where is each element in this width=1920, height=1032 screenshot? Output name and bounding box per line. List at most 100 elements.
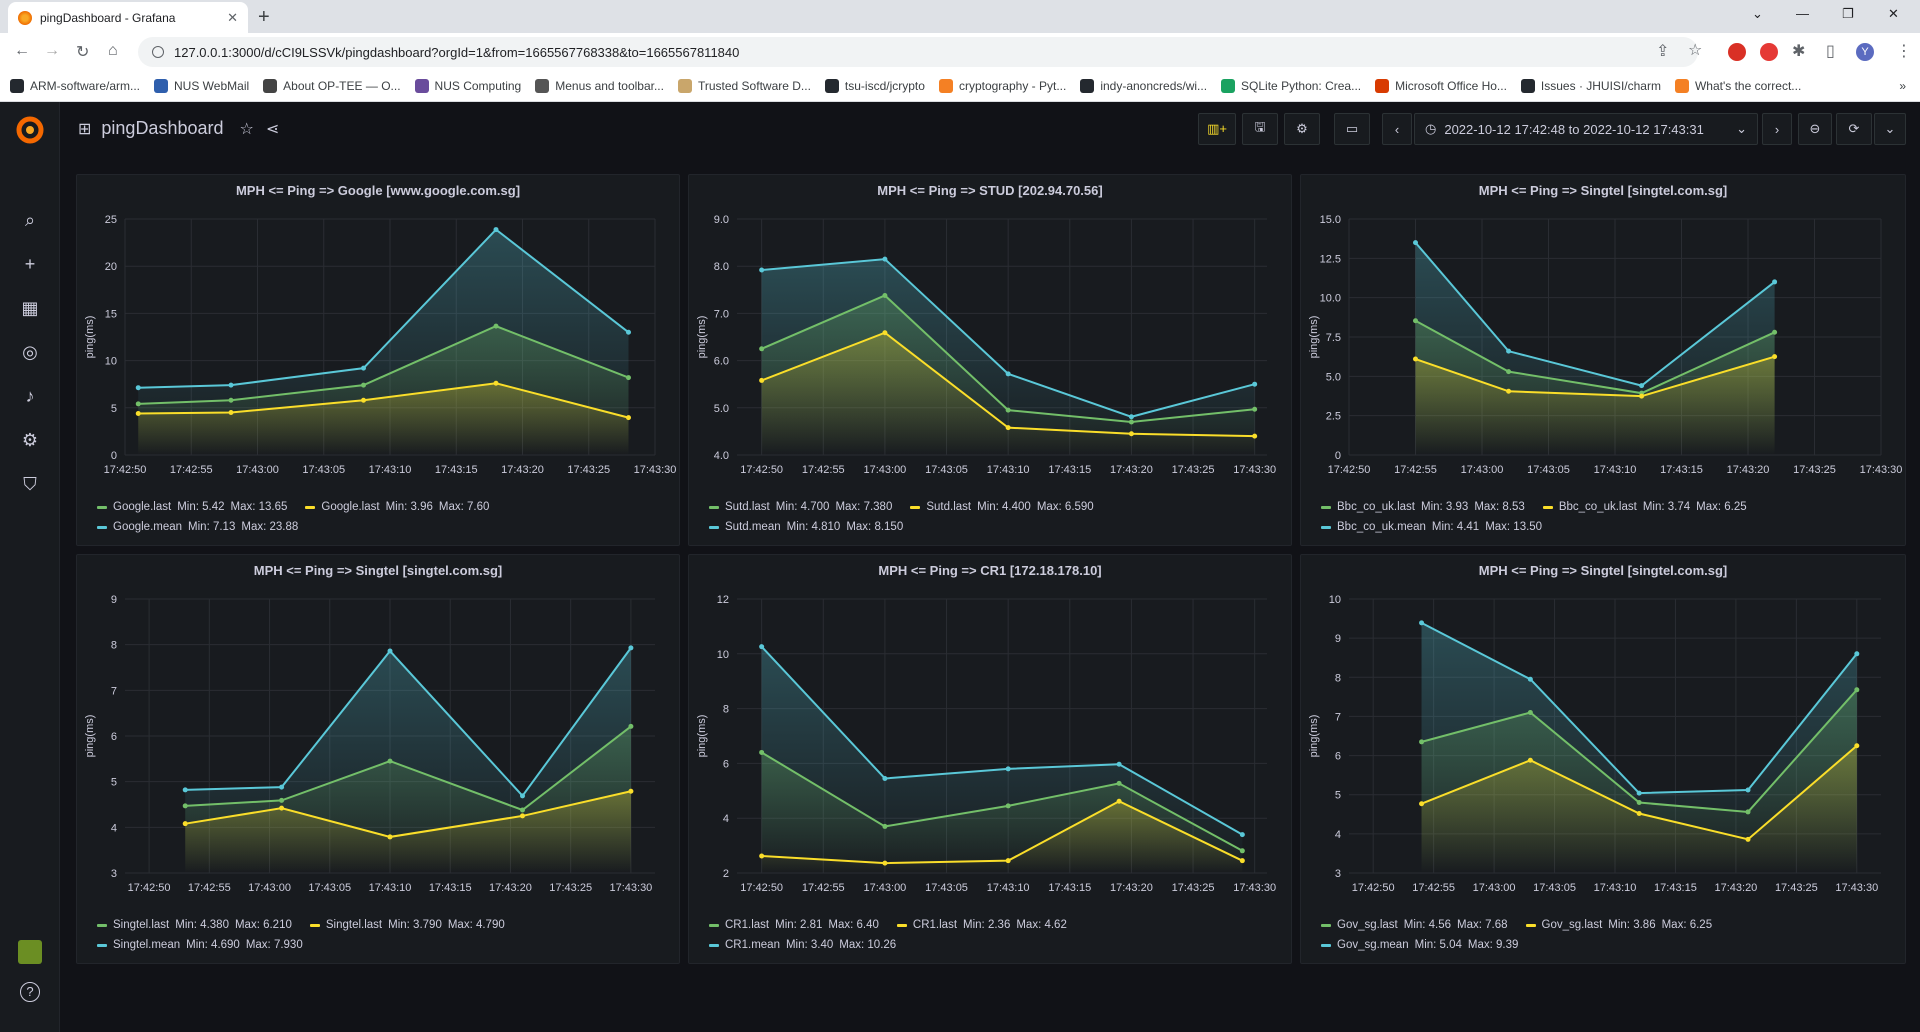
legend-item[interactable]: Bbc_co_uk.last Min: 3.93 Max: 8.53 (1321, 497, 1531, 517)
legend-item[interactable]: Gov_sg.mean Min: 5.04 Max: 9.39 (1321, 935, 1524, 955)
bookmark-item[interactable]: Issues · JHUISI/charm (1520, 79, 1661, 93)
add-panel-button[interactable]: ▥+ (1198, 113, 1236, 145)
data-point[interactable] (135, 410, 141, 416)
data-point[interactable] (628, 723, 634, 729)
data-point[interactable] (1419, 739, 1425, 745)
data-point[interactable] (1527, 757, 1533, 763)
graph-panel[interactable]: MPH <= Ping => Google [www.google.com.sg… (76, 174, 680, 546)
extension-icon[interactable] (1760, 43, 1778, 61)
data-point[interactable] (759, 749, 765, 755)
data-point[interactable] (1506, 388, 1512, 394)
user-avatar[interactable] (18, 940, 42, 964)
legend-item[interactable]: Sutd.last Min: 4.400 Max: 6.590 (910, 497, 1099, 517)
data-point[interactable] (1636, 790, 1642, 796)
legend-item[interactable]: Bbc_co_uk.mean Min: 4.41 Max: 13.50 (1321, 517, 1548, 537)
data-point[interactable] (628, 645, 634, 651)
data-point[interactable] (882, 775, 888, 781)
data-point[interactable] (1772, 279, 1778, 285)
data-point[interactable] (493, 323, 499, 329)
bookmark-item[interactable]: indy-anoncreds/wi... (1080, 79, 1207, 93)
data-point[interactable] (228, 410, 234, 416)
data-point[interactable] (1745, 836, 1751, 842)
data-point[interactable] (1639, 393, 1645, 399)
data-point[interactable] (1636, 800, 1642, 806)
save-dashboard-button[interactable]: 🖫 (1242, 113, 1278, 145)
data-point[interactable] (1252, 381, 1258, 387)
data-point[interactable] (1772, 354, 1778, 360)
share-dashboard-icon[interactable]: ⋖ (266, 119, 279, 139)
data-point[interactable] (387, 648, 393, 654)
site-info-icon[interactable] (152, 46, 164, 58)
bookmark-item[interactable]: SQLite Python: Crea... (1221, 79, 1361, 93)
data-point[interactable] (361, 382, 366, 388)
data-point[interactable] (626, 329, 631, 335)
data-point[interactable] (1745, 809, 1751, 815)
data-point[interactable] (387, 758, 393, 764)
extensions-puzzle-icon[interactable]: ✱ (1792, 41, 1805, 61)
data-point[interactable] (1413, 240, 1418, 246)
reload-icon[interactable]: ↻ (76, 42, 89, 62)
data-point[interactable] (1252, 433, 1258, 439)
cycle-view-mode-button[interactable]: ▭ (1334, 113, 1370, 145)
graph-panel[interactable]: MPH <= Ping => Singtel [singtel.com.sg] 0… (1300, 174, 1906, 546)
bookmark-item[interactable]: Menus and toolbar... (535, 79, 664, 93)
data-point[interactable] (520, 793, 525, 799)
legend-item[interactable]: Singtel.mean Min: 4.690 Max: 7.930 (97, 935, 309, 955)
legend-item[interactable]: Sutd.mean Min: 4.810 Max: 8.150 (709, 517, 909, 537)
server-admin-icon[interactable]: ⛉ (18, 472, 42, 496)
graph-plot[interactable]: 4.0 5.0 6.0 7.0 8.0 9.0 17:42:50 17:42:55 17:43:… (689, 175, 1293, 497)
data-point[interactable] (1239, 848, 1245, 854)
data-point[interactable] (1005, 766, 1011, 772)
graph-plot[interactable]: 0 2.5 5.0 7.5 10.0 12.5 15.0 17:42:50 17:42:55 17… (1301, 175, 1907, 497)
dashboard-title[interactable]: pingDashboard (101, 118, 223, 139)
data-point[interactable] (1636, 811, 1642, 817)
graph-plot[interactable]: 0 5 10 15 20 25 17:42:50 17:42:55 17:43:00 17:43:… (77, 175, 681, 497)
data-point[interactable] (1419, 620, 1425, 626)
data-point[interactable] (1005, 858, 1011, 864)
legend-item[interactable]: Google.last Min: 3.96 Max: 7.60 (305, 497, 495, 517)
data-point[interactable] (228, 382, 234, 388)
data-point[interactable] (1413, 356, 1418, 362)
data-point[interactable] (279, 805, 285, 811)
data-point[interactable] (493, 227, 499, 233)
profile-avatar[interactable]: Y (1856, 43, 1874, 61)
browser-tab[interactable]: pingDashboard - Grafana ✕ (8, 2, 248, 33)
data-point[interactable] (1128, 414, 1134, 420)
legend-item[interactable]: Google.last Min: 5.42 Max: 13.65 (97, 497, 293, 517)
time-range-forward-button[interactable]: › (1762, 113, 1792, 145)
chrome-menu-icon[interactable]: ⋮ (1896, 41, 1912, 61)
bookmark-item[interactable]: tsu-iscd/jcrypto (824, 79, 925, 93)
dashboard-settings-button[interactable]: ⚙ (1284, 113, 1320, 145)
data-point[interactable] (1854, 651, 1860, 657)
legend-item[interactable]: Sutd.last Min: 4.700 Max: 7.380 (709, 497, 898, 517)
bookmark-item[interactable]: NUS WebMail (154, 79, 249, 93)
graph-panel[interactable]: MPH <= Ping => STUD [202.94.70.56] 4.0 5.0… (688, 174, 1292, 546)
graph-plot[interactable]: 3 4 5 6 7 8 9 17:42:50 17:42:55 17:43:00 17:43:05 1… (77, 555, 681, 915)
legend-item[interactable]: Singtel.last Min: 4.380 Max: 6.210 (97, 915, 298, 935)
legend-item[interactable]: Singtel.last Min: 3.790 Max: 4.790 (309, 915, 511, 935)
legend-item[interactable]: CR1.last Min: 2.36 Max: 4.62 (896, 915, 1073, 935)
data-point[interactable] (1506, 348, 1512, 354)
data-point[interactable] (279, 797, 285, 803)
new-tab-button[interactable]: + (258, 6, 270, 29)
data-point[interactable] (759, 377, 765, 383)
data-point[interactable] (1506, 369, 1512, 375)
data-point[interactable] (1239, 858, 1245, 864)
bookmark-item[interactable]: ARM-software/arm... (10, 79, 140, 93)
bookmark-item[interactable]: Microsoft Office Ho... (1375, 79, 1507, 93)
legend-item[interactable]: CR1.mean Min: 3.40 Max: 10.26 (709, 935, 902, 955)
data-point[interactable] (182, 821, 188, 827)
data-point[interactable] (882, 860, 888, 866)
graph-panel[interactable]: MPH <= Ping => CR1 [172.18.178.10] 2 4 6 8 10… (688, 554, 1292, 964)
legend-item[interactable]: Google.mean Min: 7.13 Max: 23.88 (97, 517, 304, 537)
data-point[interactable] (1772, 329, 1778, 335)
configuration-icon[interactable]: ⚙ (18, 428, 42, 452)
bookmark-item[interactable]: cryptography - Pyt... (938, 79, 1066, 93)
data-point[interactable] (182, 787, 188, 793)
back-icon[interactable]: ← (14, 42, 30, 60)
data-point[interactable] (1527, 710, 1533, 716)
plus-icon[interactable]: + (18, 252, 42, 276)
home-icon[interactable]: ⌂ (108, 42, 118, 60)
data-point[interactable] (1419, 801, 1425, 807)
data-point[interactable] (1239, 832, 1245, 838)
